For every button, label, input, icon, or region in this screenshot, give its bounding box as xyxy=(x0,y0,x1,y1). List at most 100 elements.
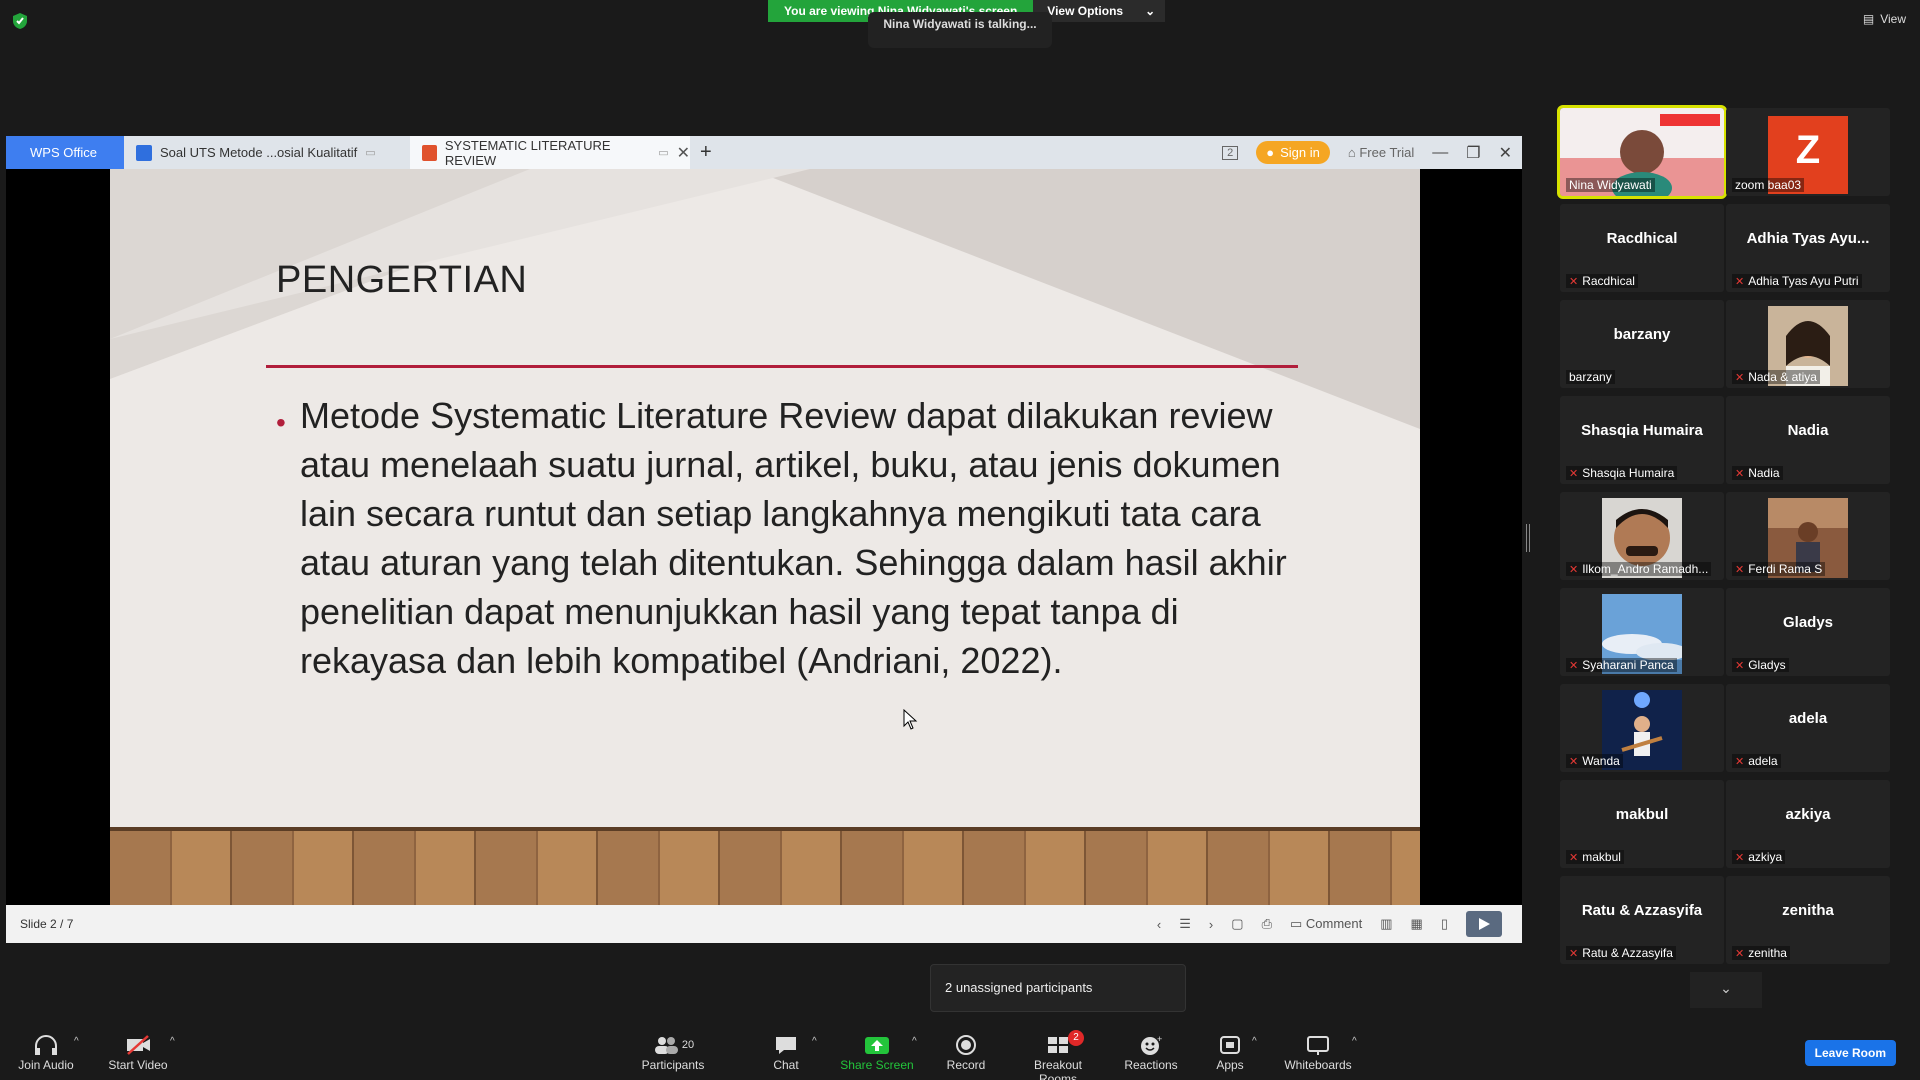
fit-icon[interactable]: ▢ xyxy=(1231,916,1243,932)
close-tab-icon[interactable]: ✕ xyxy=(677,143,690,163)
whiteboards-button[interactable]: Whiteboards xyxy=(1280,1032,1356,1072)
bullet-icon: • xyxy=(276,407,286,438)
share-options-caret[interactable]: ^ xyxy=(912,1036,917,1047)
participant-tile[interactable]: ✕ Ilkom_Andro Ramadh... xyxy=(1560,492,1724,580)
apps-label: Apps xyxy=(1216,1058,1244,1072)
whiteboards-label: Whiteboards xyxy=(1284,1058,1352,1072)
participant-tile[interactable]: barzany barzany xyxy=(1560,300,1724,388)
breakout-badge: 2 xyxy=(1068,1030,1084,1046)
previous-slide-icon[interactable]: ‹ xyxy=(1157,917,1161,932)
muted-mic-icon: ✕ xyxy=(1735,563,1745,576)
chat-options-caret[interactable]: ^ xyxy=(812,1036,817,1047)
chat-icon xyxy=(776,1037,796,1054)
breakout-rooms-button[interactable]: 2 Breakout Rooms xyxy=(1014,1030,1102,1080)
muted-mic-icon: ✕ xyxy=(1569,755,1579,768)
whiteboards-options-caret[interactable]: ^ xyxy=(1352,1036,1357,1047)
participant-tile[interactable]: zenitha ✕ zenitha xyxy=(1726,876,1890,964)
chat-button[interactable]: Chat xyxy=(766,1032,806,1072)
export-icon[interactable]: ⎙ xyxy=(1262,916,1272,932)
reading-view-icon[interactable]: ▯ xyxy=(1441,916,1448,932)
muted-mic-icon: ✕ xyxy=(1569,563,1579,576)
tab-label: SYSTEMATIC LITERATURE REVIEW xyxy=(444,137,611,168)
apps-button[interactable]: Apps xyxy=(1210,1032,1250,1072)
display-name: Nadia xyxy=(1787,422,1829,439)
name-text: Adhia Tyas Ayu Putri xyxy=(1748,274,1859,288)
participant-tile[interactable]: azkiya ✕ azkiya xyxy=(1726,780,1890,868)
participant-tile[interactable]: Nina Widyawati xyxy=(1557,105,1727,199)
video-options-caret[interactable]: ^ xyxy=(170,1036,175,1047)
name-text: Nada & atiya xyxy=(1748,370,1817,384)
wps-window-controls: 2 ● Sign in ⌂ Free Trial — ❐ ✕ xyxy=(1222,136,1522,169)
participant-tile[interactable]: ✕ Ferdi Rama S xyxy=(1726,492,1890,580)
participant-tile[interactable]: Shasqia Humaira ✕ Shasqia Humaira xyxy=(1560,396,1724,484)
reactions-button[interactable]: + Reactions xyxy=(1120,1032,1182,1072)
share-screen-button[interactable]: Share Screen xyxy=(840,1032,914,1072)
panel-resize-handle[interactable] xyxy=(1526,524,1530,552)
participant-tile[interactable]: Ratu & Azzasyifa ✕ Ratu & Azzasyifa xyxy=(1560,876,1724,964)
participant-tile[interactable]: Adhia Tyas Ayu... ✕ Adhia Tyas Ayu Putri xyxy=(1726,204,1890,292)
view-button[interactable]: ▤ View xyxy=(1863,12,1906,26)
participant-tile[interactable]: Gladys ✕ Gladys xyxy=(1726,588,1890,676)
participant-tile[interactable]: Nadia ✕ Nadia xyxy=(1726,396,1890,484)
name-text: Racdhical xyxy=(1582,274,1635,288)
normal-view-icon[interactable]: ▥ xyxy=(1380,916,1392,932)
display-name: adela xyxy=(1788,710,1828,727)
sign-in-button[interactable]: ● Sign in xyxy=(1256,141,1330,164)
tab-label: Soal UTS Metode ...osial Kualitatif xyxy=(160,145,358,160)
name-text: makbul xyxy=(1582,850,1621,864)
comment-button[interactable]: ▭ Comment xyxy=(1290,916,1362,932)
free-trial-button[interactable]: ⌂ Free Trial xyxy=(1348,145,1414,160)
muted-mic-icon: ✕ xyxy=(1735,275,1745,288)
minimize-icon[interactable]: — xyxy=(1432,144,1448,162)
chevron-down-icon: ⌄ xyxy=(1720,980,1732,996)
record-button[interactable]: Record xyxy=(944,1032,988,1072)
participants-button[interactable]: 20 Participants xyxy=(638,1032,708,1072)
slide-number: Slide 2 / 7 xyxy=(20,917,74,931)
apps-icon xyxy=(1220,1036,1240,1054)
participant-name: ✕ Gladys xyxy=(1732,658,1789,672)
join-audio-button[interactable]: Join Audio xyxy=(14,1032,78,1072)
restore-icon[interactable]: ❐ xyxy=(1466,143,1480,163)
tab-soal-uts[interactable]: Soal UTS Metode ...osial Kualitatif ▭ xyxy=(136,136,406,169)
display-name: Racdhical xyxy=(1606,230,1678,247)
gallery-scroll-down-button[interactable]: ⌄ xyxy=(1690,972,1762,1008)
wood-floor-decoration xyxy=(110,827,1420,905)
participant-tile[interactable]: ✕ Syaharani Panca xyxy=(1560,588,1724,676)
participant-tile[interactable]: Racdhical ✕ Racdhical xyxy=(1560,204,1724,292)
slide-sorter-icon[interactable]: ▦ xyxy=(1411,916,1423,932)
play-icon xyxy=(1479,918,1490,930)
participant-tile[interactable]: ✕ Nada & atiya xyxy=(1726,300,1890,388)
muted-mic-icon: ✕ xyxy=(1735,851,1745,864)
participant-tile[interactable]: adela ✕ adela xyxy=(1726,684,1890,772)
presentation-slide: PENGERTIAN • Metode Systematic Literatur… xyxy=(110,169,1420,905)
participant-name: ✕ Syaharani Panca xyxy=(1566,658,1677,672)
encryption-shield-icon[interactable] xyxy=(12,12,28,30)
start-video-button[interactable]: Start Video xyxy=(104,1032,172,1072)
participant-name: ✕ Wanda xyxy=(1566,754,1623,768)
muted-mic-icon: ✕ xyxy=(1735,467,1745,480)
tab-systematic-literature-review[interactable]: SYSTEMATIC LITERATURE REVIEW ▭ ✕ xyxy=(410,136,690,169)
participant-tile[interactable]: makbul ✕ makbul xyxy=(1560,780,1724,868)
monitor-icon: ▭ xyxy=(658,147,669,159)
audio-options-caret[interactable]: ^ xyxy=(74,1036,79,1047)
outline-list-icon[interactable]: ☰ xyxy=(1179,916,1191,932)
next-slide-icon[interactable]: › xyxy=(1209,917,1213,932)
breakout-rooms-icon xyxy=(1048,1037,1068,1053)
muted-mic-icon: ✕ xyxy=(1735,659,1745,672)
apps-options-caret[interactable]: ^ xyxy=(1252,1036,1257,1047)
comment-label: Comment xyxy=(1305,916,1363,931)
breakout-rooms-label: Breakout Rooms xyxy=(1033,1058,1083,1080)
close-window-icon[interactable]: ✕ xyxy=(1499,143,1512,163)
tab-count-badge[interactable]: 2 xyxy=(1222,145,1239,160)
name-text: Gladys xyxy=(1748,658,1786,672)
name-text: Syaharani Panca xyxy=(1582,658,1674,672)
monitor-icon: ▭ xyxy=(365,147,376,159)
participant-tile[interactable]: Z zoom baa03 xyxy=(1726,108,1890,196)
muted-mic-icon: ✕ xyxy=(1569,659,1579,672)
play-slideshow-button[interactable] xyxy=(1466,911,1502,937)
participant-tile[interactable]: ✕ Wanda xyxy=(1560,684,1724,772)
new-tab-button[interactable]: + xyxy=(700,141,712,164)
leave-room-button[interactable]: Leave Room xyxy=(1804,1040,1896,1066)
view-options-button[interactable]: View Options ⌄ xyxy=(1033,0,1166,22)
wps-office-tab[interactable]: WPS Office xyxy=(6,136,124,169)
